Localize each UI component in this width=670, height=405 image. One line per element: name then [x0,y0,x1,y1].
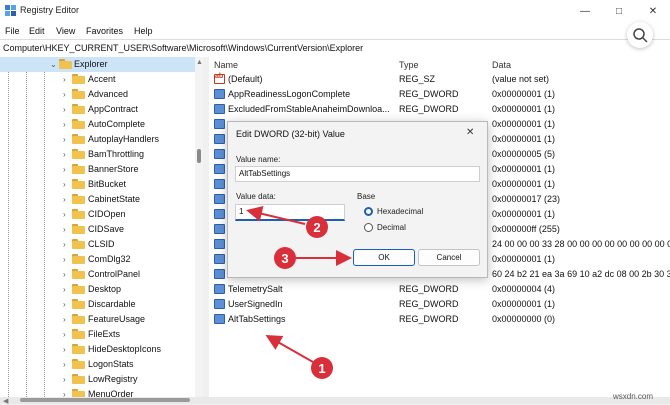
arrow-2 [246,205,306,225]
arrow-1 [265,335,314,363]
annotation-badge-1: 1 [311,357,333,379]
annotation-arrows [246,205,352,363]
annotation-badge-2: 2 [306,216,328,238]
watermark: wsxdn.com [613,392,654,401]
annotation-badge-3: 3 [274,247,296,269]
search-icon[interactable] [627,22,653,48]
